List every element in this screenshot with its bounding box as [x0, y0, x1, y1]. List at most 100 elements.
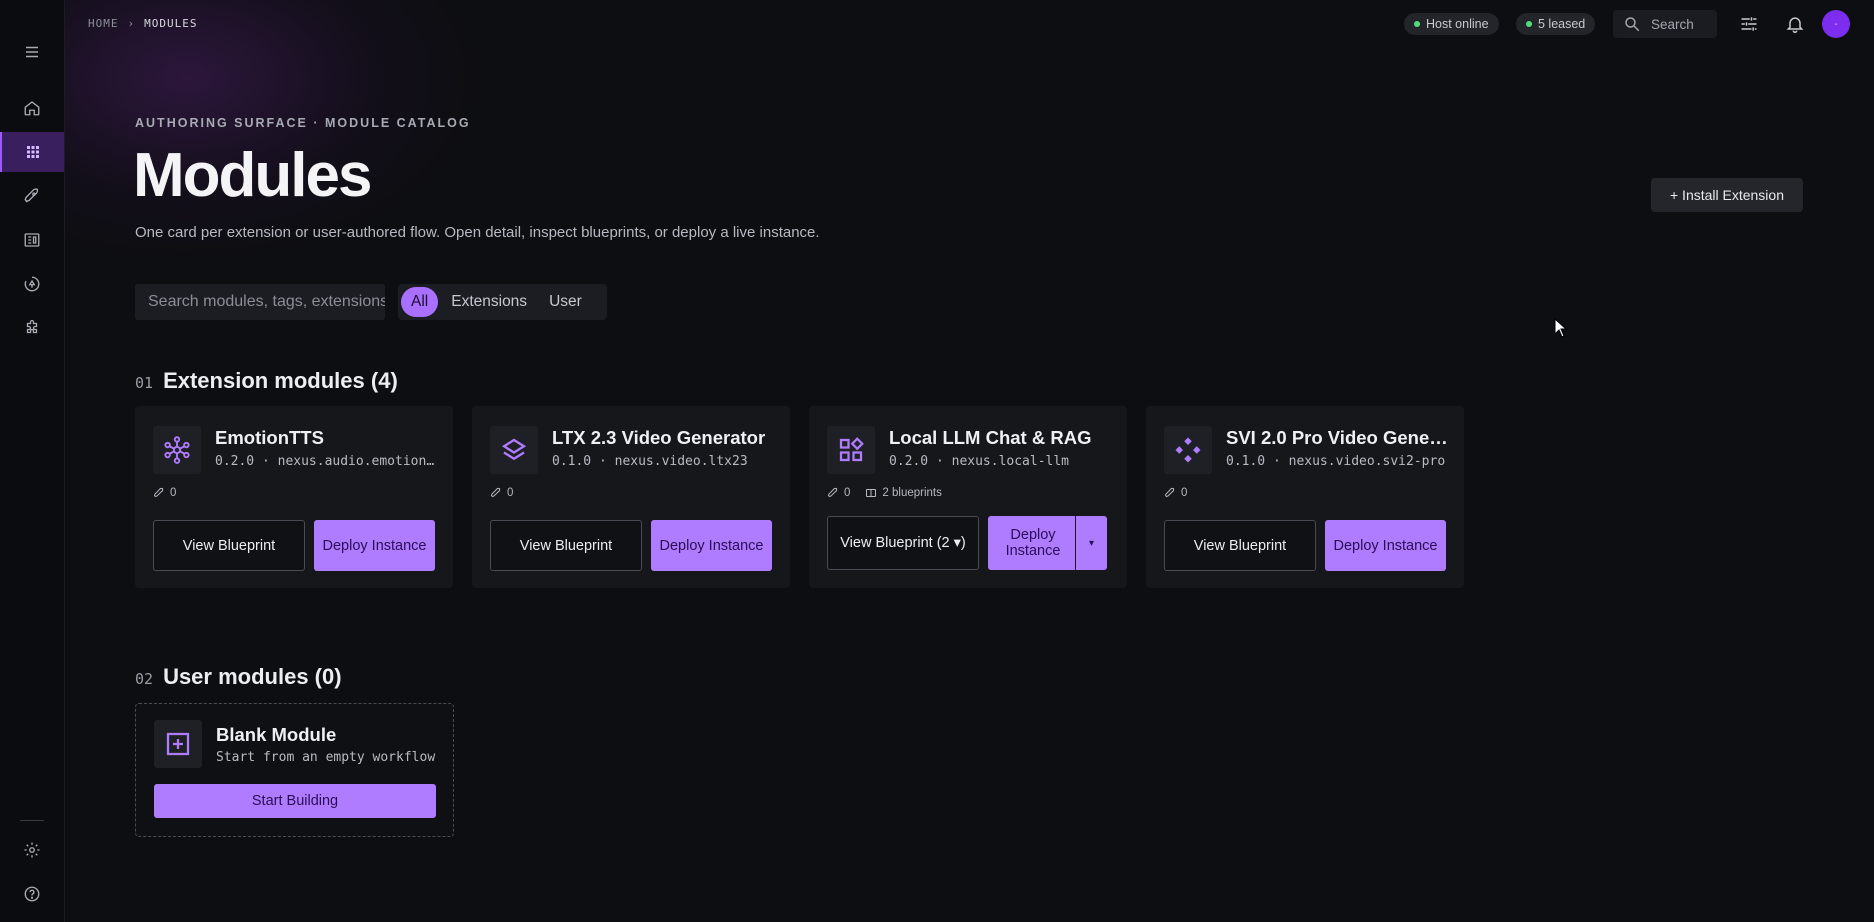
filters-button[interactable] [1737, 12, 1761, 36]
notifications-button[interactable] [1783, 12, 1807, 36]
module-icon [153, 426, 201, 474]
sidebar-item-catalog[interactable] [0, 220, 64, 260]
book-icon [866, 489, 877, 497]
dashboard-icon [24, 233, 40, 247]
global-search-label: Search [1651, 16, 1694, 32]
install-extension-button[interactable]: + Install Extension [1651, 178, 1803, 212]
search-icon [1625, 17, 1640, 32]
module-icon [490, 426, 538, 474]
module-card-local-llm[interactable]: Local LLM Chat & RAG 0.2.0 · nexus.local… [809, 406, 1127, 588]
sync-rocket-icon [24, 276, 40, 292]
rocket-icon [24, 188, 39, 203]
sliders-icon [1741, 17, 1757, 31]
blank-module-meta: Start from an empty workflow [216, 750, 436, 765]
view-blueprint-button[interactable]: View Blueprint [490, 520, 642, 571]
leased-label: 5 leased [1538, 17, 1586, 31]
deploy-count: 0 [844, 487, 851, 499]
blank-module-title: Blank Module [216, 724, 337, 745]
user-modules-header: 02 User modules (0) [135, 664, 342, 690]
host-status-label: Host online [1426, 17, 1489, 31]
module-stats: 0 [1164, 487, 1187, 499]
module-stats: 0 [153, 487, 176, 499]
page-title: Modules [133, 141, 372, 210]
diamond-nodes-icon [1175, 437, 1201, 463]
gear-icon [24, 842, 40, 858]
view-blueprint-button[interactable]: View Blueprint [153, 520, 305, 571]
global-search-button[interactable]: Search [1613, 10, 1717, 38]
avatar[interactable]: - [1822, 10, 1850, 38]
blank-module-card[interactable]: Blank Module Start from an empty workflo… [135, 703, 454, 837]
background-glow [60, 0, 480, 260]
module-search-input[interactable] [135, 284, 385, 320]
help-icon [24, 886, 40, 902]
module-card-emotiontts[interactable]: EmotionTTS 0.2.0 · nexus.audio.emotiontt… [135, 406, 453, 588]
sidebar-item-deployments[interactable] [0, 176, 64, 216]
deploy-count: 0 [1181, 487, 1188, 499]
deploy-instance-button[interactable]: Deploy Instance [1325, 520, 1446, 571]
sidebar-item-modules[interactable] [0, 132, 64, 172]
network-icon [164, 436, 190, 464]
start-building-button[interactable]: Start Building [154, 784, 436, 818]
host-status-badge: Host online [1404, 13, 1499, 35]
module-meta: 0.2.0 · nexus.local-llm [889, 454, 1070, 469]
deploy-count: 0 [170, 487, 177, 499]
module-meta: 0.1.0 · nexus.video.svi2-pro [1226, 454, 1446, 469]
blueprint-count: 2 blueprints [865, 487, 942, 499]
rocket-icon [1164, 487, 1175, 498]
section-number: 02 [135, 670, 154, 688]
deploy-instance-button[interactable]: Deploy Instance [651, 520, 772, 571]
view-blueprint-dropdown-button[interactable]: View Blueprint (2 ▾) [827, 516, 979, 570]
module-stats: 0 2 blueprints [827, 487, 942, 499]
module-title: Local LLM Chat & RAG [889, 427, 1092, 448]
section-title: Extension modules (4) [163, 368, 398, 393]
breadcrumb-separator: › [127, 17, 136, 30]
module-meta: 0.2.0 · nexus.audio.emotiontts [215, 454, 440, 469]
add-box-icon [166, 732, 190, 756]
caret-down-icon: ▾ [1088, 537, 1095, 549]
sidebar-item-sync[interactable] [0, 264, 64, 304]
breadcrumb-home[interactable]: HOME [88, 17, 119, 30]
module-icon [154, 720, 202, 768]
widgets-icon [839, 437, 864, 462]
apps-grid-icon [27, 146, 39, 158]
sidebar-divider [20, 820, 44, 821]
section-number: 01 [135, 374, 154, 392]
tab-user[interactable]: User [540, 287, 591, 317]
deploy-instance-button[interactable]: Deploy Instance [314, 520, 435, 571]
menu-button[interactable] [0, 32, 64, 72]
module-title: EmotionTTS [215, 427, 324, 448]
tab-extensions[interactable]: Extensions [442, 287, 536, 317]
module-stats: 0 [490, 487, 513, 499]
module-icon [1164, 426, 1212, 474]
module-card-ltx[interactable]: LTX 2.3 Video Generator 0.1.0 · nexus.vi… [472, 406, 790, 588]
blueprint-count-label: 2 blueprints [882, 487, 942, 499]
deploy-instance-button[interactable]: Deploy Instance [988, 516, 1078, 570]
section-title: User modules (0) [163, 664, 342, 689]
extension-modules-header: 01 Extension modules (4) [135, 368, 398, 394]
layers-icon [501, 438, 527, 461]
online-dot [1414, 21, 1420, 27]
sidebar-item-home[interactable] [0, 88, 64, 128]
mouse-cursor-icon [1554, 318, 1568, 338]
page-subtitle: One card per extension or user-authored … [135, 224, 820, 241]
module-title: SVI 2.0 Pro Video Generator [1226, 427, 1451, 448]
leased-badge: 5 leased [1516, 13, 1596, 35]
sidebar-item-extensions[interactable] [0, 308, 64, 348]
sidebar [0, 0, 65, 922]
module-card-svi[interactable]: SVI 2.0 Pro Video Generator 0.1.0 · nexu… [1146, 406, 1464, 588]
home-icon [24, 101, 40, 116]
page-eyebrow: AUTHORING SURFACE · MODULE CATALOG [135, 116, 471, 130]
sidebar-item-settings[interactable] [0, 830, 64, 870]
puzzle-icon [26, 319, 38, 334]
breadcrumb-current: MODULES [144, 17, 198, 30]
bell-icon [1786, 17, 1804, 34]
rocket-icon [827, 487, 838, 498]
module-title: LTX 2.3 Video Generator [552, 427, 766, 448]
rocket-icon [490, 487, 501, 498]
hamburger-icon [26, 46, 38, 58]
tab-all[interactable]: All [401, 287, 439, 317]
filter-tabs: All Extensions User [398, 284, 607, 320]
sidebar-item-help[interactable] [0, 874, 64, 914]
deploy-options-button[interactable]: ▾ [1075, 516, 1107, 570]
view-blueprint-button[interactable]: View Blueprint [1164, 520, 1316, 571]
